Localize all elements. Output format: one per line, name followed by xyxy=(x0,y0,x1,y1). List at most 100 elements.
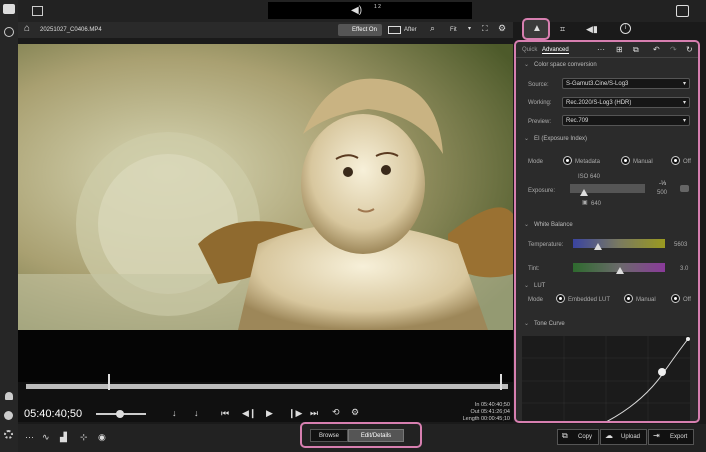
ei-mode-manual-label: Manual xyxy=(633,159,653,165)
preview-label: Preview: xyxy=(528,119,552,125)
exposure-toggle-button[interactable] xyxy=(680,185,689,192)
mark-in-icon[interactable]: ↓ xyxy=(172,408,177,418)
player-settings-icon[interactable]: ⚙ xyxy=(498,23,506,34)
working-select-value: Rec.2020/S-Log3 (HDR) xyxy=(566,100,632,106)
upload-button[interactable]: ☁ Upload xyxy=(600,429,647,445)
timeline-scrubber[interactable] xyxy=(26,384,508,389)
speaker-icon[interactable]: ◀) xyxy=(351,5,362,16)
color-space-section-title[interactable]: Color space conversion xyxy=(534,62,597,68)
tabs-divider xyxy=(516,57,698,58)
chevron-down-icon[interactable]: ⌄ xyxy=(524,221,529,228)
tone-curve-svg xyxy=(522,336,690,421)
player-toolbar: ⌂ 20251027_C0406.MP4 Effect On After ⌕ F… xyxy=(18,22,513,38)
in-value: 05:40:40;50 xyxy=(480,402,510,408)
playback-settings-icon[interactable]: ⚙ xyxy=(351,407,359,418)
wb-section-title[interactable]: White Balance xyxy=(534,222,573,228)
redo-icon[interactable]: ↷ xyxy=(670,45,677,54)
file-name: 20251027_C0406.MP4 xyxy=(40,27,102,33)
chevron-down-icon[interactable]: ⌄ xyxy=(524,135,529,142)
fit-dropdown[interactable]: Fit xyxy=(450,27,457,33)
tone-curve-endpoint[interactable] xyxy=(686,337,690,341)
vectorscope-icon[interactable]: ⊹ xyxy=(80,432,88,443)
tint-slider-knob[interactable] xyxy=(616,267,624,274)
in-label: In xyxy=(474,402,480,408)
edit-details-button[interactable]: Edit/Details xyxy=(348,429,404,442)
in-out-info: In 05:40:40;50 Out 05:41:26;04 Length 00… xyxy=(438,402,510,423)
tone-curve-graph[interactable] xyxy=(522,336,690,421)
tab-quick[interactable]: Quick xyxy=(522,47,537,53)
zoom-icon[interactable]: ⌕ xyxy=(430,23,435,34)
notification-icon[interactable] xyxy=(5,392,13,400)
fullscreen-icon[interactable]: ⛶ xyxy=(482,24,488,34)
export-button[interactable]: ⇥ Export xyxy=(648,429,694,445)
audio-icon[interactable]: ◀▮ xyxy=(586,24,598,35)
lut-mode-embedded-label: Embedded LUT xyxy=(568,297,611,303)
working-label: Working: xyxy=(528,100,552,106)
panel-grid-icon[interactable]: ⊞ xyxy=(616,45,623,54)
tint-value: 3.0 xyxy=(680,266,689,272)
panel-copy-icon[interactable]: ⧉ xyxy=(633,45,639,55)
in-point-marker[interactable] xyxy=(108,374,110,390)
more-icon[interactable]: ··· xyxy=(25,432,34,442)
mark-out-icon[interactable]: ↓ xyxy=(194,408,199,418)
ei-mode-manual-radio[interactable] xyxy=(621,156,630,165)
crop-icon[interactable]: ⌗ xyxy=(560,24,565,35)
account-icon[interactable] xyxy=(4,411,13,420)
browse-button[interactable]: Browse xyxy=(310,429,348,442)
color-panel-tab[interactable]: ▲ xyxy=(522,18,550,40)
step-back-icon[interactable]: ◀❙ xyxy=(242,408,256,419)
preview-select[interactable]: Rec.709 ▾ xyxy=(562,115,690,126)
undo-icon[interactable]: ↶ xyxy=(653,45,660,54)
chevron-down-icon[interactable]: ⌄ xyxy=(524,282,529,289)
record-icon[interactable]: ◉ xyxy=(98,432,106,443)
waveform-icon[interactable]: ∿ xyxy=(42,432,50,443)
chevron-down-icon[interactable]: ▾ xyxy=(468,25,471,32)
go-to-end-icon[interactable]: ⏭ xyxy=(310,408,318,419)
exposure-slider-knob[interactable] xyxy=(580,189,588,196)
after-view-icon[interactable] xyxy=(388,26,401,34)
chevron-down-icon: ▾ xyxy=(682,100,686,106)
copy-button[interactable]: ⧉ Copy xyxy=(557,429,599,445)
gear-icon[interactable] xyxy=(4,430,13,439)
tone-curve-section-title[interactable]: Tone Curve xyxy=(534,321,565,327)
step-forward-icon[interactable]: ❙▶ xyxy=(288,408,302,419)
jog-shuttle-knob[interactable] xyxy=(116,410,124,418)
working-select[interactable]: Rec.2020/S-Log3 (HDR) ▾ xyxy=(562,97,690,108)
length-value: 00:00:45;10 xyxy=(480,416,510,422)
video-preview[interactable] xyxy=(18,44,513,330)
copy-icon: ⧉ xyxy=(562,431,568,440)
play-icon[interactable]: ▶ xyxy=(266,408,273,419)
panel-toggle-icon[interactable] xyxy=(676,5,689,17)
panel-tabs: Quick Advanced ··· ⊞ ⧉ ↶ ↷ ↻ xyxy=(520,45,696,56)
info-icon[interactable]: i xyxy=(620,23,631,34)
settings-circle-icon[interactable] xyxy=(4,27,14,37)
panel-more-icon[interactable]: ··· xyxy=(597,45,605,54)
ei-mode-label: Mode xyxy=(528,159,544,165)
temperature-slider-knob[interactable] xyxy=(594,243,602,250)
lut-section-title[interactable]: LUT xyxy=(534,283,545,289)
chevron-down-icon[interactable]: ⌄ xyxy=(524,320,529,327)
go-to-start-icon[interactable]: ⏮ xyxy=(221,408,229,419)
temperature-slider-track[interactable] xyxy=(573,239,665,248)
home-icon[interactable]: ⌂ xyxy=(24,23,30,34)
histogram-icon[interactable]: ▟ xyxy=(60,432,67,443)
lut-mode-embedded-radio[interactable] xyxy=(556,294,565,303)
loop-icon[interactable]: ⟲ xyxy=(332,407,340,418)
lut-mode-manual-radio[interactable] xyxy=(624,294,633,303)
ei-mode-off-radio[interactable] xyxy=(671,156,680,165)
ei-section-title[interactable]: EI (Exposure Index) xyxy=(534,136,587,142)
source-select[interactable]: S-Gamut3.Cine/S-Log3 ▾ xyxy=(562,78,690,89)
tab-advanced[interactable]: Advanced xyxy=(542,47,569,54)
after-view-label[interactable]: After xyxy=(404,27,417,33)
chevron-down-icon[interactable]: ⌄ xyxy=(524,61,529,68)
effect-toggle-button[interactable]: Effect On xyxy=(338,24,382,36)
tone-curve-point[interactable] xyxy=(658,368,666,376)
sidebar-toggle-icon[interactable] xyxy=(32,6,43,16)
ei-mode-metadata-radio[interactable] xyxy=(563,156,572,165)
out-point-marker[interactable] xyxy=(500,374,502,390)
lut-mode-off-radio[interactable] xyxy=(671,294,680,303)
app-menu-icon[interactable] xyxy=(3,4,15,14)
export-icon: ⇥ xyxy=(653,431,660,440)
audio-meter-area: ◀) 1 2 xyxy=(268,2,472,19)
reset-icon[interactable]: ↻ xyxy=(686,45,693,54)
